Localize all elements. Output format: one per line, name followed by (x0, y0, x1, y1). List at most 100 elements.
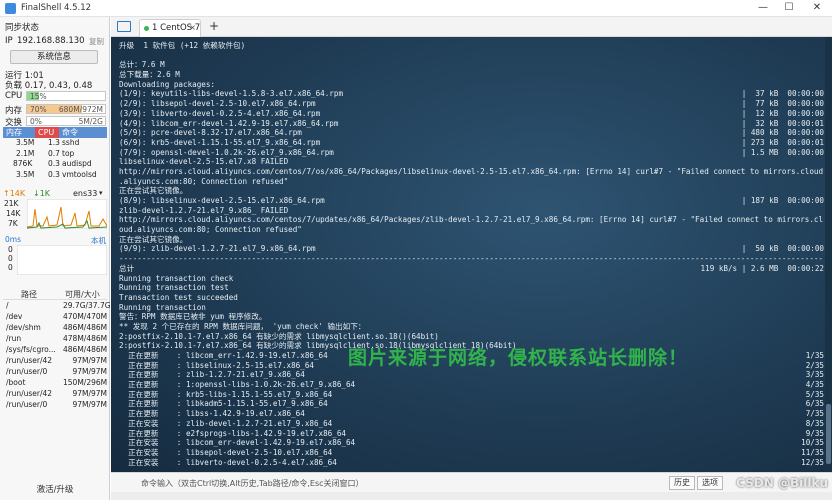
command-input[interactable]: 命令输入（双击Ctrl切换,Alt历史,Tab路径/命令,Esc关闭窗口） (141, 478, 364, 489)
terminal-line: (4/9): libcom_err-devel-1.42.9-19.el7.x8… (119, 119, 824, 129)
options-button[interactable]: 选项 (697, 476, 723, 490)
terminal-line: 正在更新 : libkadm5-1.15.1-55.el7_9.x86_64 6/… (119, 399, 824, 409)
disk-size: 29.7G/37.7G (63, 301, 111, 310)
disk-header-size[interactable]: 可用/大小 (57, 289, 107, 299)
terminal-line-right: 5/35 (805, 389, 824, 399)
disk-row[interactable]: /run/user/42 97M/97M (3, 388, 107, 399)
system-info-button[interactable]: 系统信息 (10, 50, 98, 64)
proc-header-mem[interactable]: 内存 (3, 127, 35, 138)
mem-usage-bar: 70% 680M/972M (26, 104, 106, 114)
latency-sparkline (17, 245, 107, 275)
upgrade-button[interactable]: 激活/升级 (0, 483, 110, 495)
terminal-scrollbar[interactable] (825, 37, 832, 472)
sidebar: 同步状态 IP 192.168.88.130 复制 系统信息 运行 1:01 负… (0, 17, 111, 500)
terminal-line-text: oud.aliyuncs.com:80; Connection refused" (119, 225, 302, 235)
process-row[interactable]: 3.5M 0.3 vmtoolsd (3, 170, 107, 181)
terminal-line-right: 2/35 (805, 360, 824, 370)
terminal-line-text: (9/9): zlib-devel-1.2.7-21.el7_9.x86_64.… (119, 244, 316, 254)
proc-header-cmd[interactable]: 命令 (59, 127, 107, 138)
disk-row[interactable]: /dev/shm 486M/486M (3, 322, 107, 333)
terminal[interactable]: 升级 1 软件包 (+12 依赖软件包) 总计：7.6 M 总下载量：2.6 M Do… (111, 37, 832, 472)
terminal-line-right: 10/35 (801, 438, 824, 448)
disk-header-path[interactable]: 路径 (3, 289, 57, 299)
disk-row[interactable]: / 29.7G/37.7G (3, 300, 111, 311)
net-tick: 7K (8, 219, 18, 228)
disk-row[interactable]: /boot 150M/296M (3, 377, 107, 388)
proc-cpu: 1.3 (48, 138, 60, 147)
tab-close-icon[interactable]: × (189, 23, 196, 32)
mem-percent: 70% (30, 105, 47, 114)
latency-graph: 0ms 本机 0 0 0 (3, 235, 107, 281)
terminal-line-right: | 480 kB 00:00:00 (741, 128, 824, 138)
add-tab-button[interactable]: + (209, 19, 219, 33)
terminal-line-text: 正在更新 : libselinux-2.5-15.el7.x86_64 (119, 360, 314, 370)
terminal-line-text: 正在安装 : libcom_err-devel-1.42.9-19.el7.x8… (119, 438, 356, 448)
terminal-line: (9/9): zlib-devel-1.2.7-21.el7_9.x86_64.… (119, 244, 824, 254)
terminal-line-right: 1/35 (805, 351, 824, 360)
terminal-line-text: 警告：RPM 数据库已被非 yum 程序修改。 (119, 312, 267, 322)
tab-centos7[interactable]: 1 CentOS 7 × (139, 19, 201, 37)
net-tick: 21K (4, 199, 19, 208)
minimize-button[interactable]: — (750, 0, 776, 16)
terminal-line: .aliyuncs.com:80; Connection refused" (119, 177, 824, 187)
disk-size: 150M/296M (63, 378, 108, 387)
net-interface-select[interactable]: ens33 (73, 189, 97, 198)
process-table-header: 内存 CPU 命令 (3, 127, 107, 138)
disk-size: 478M/486M (63, 334, 108, 343)
terminal-line: Running transaction check (119, 274, 824, 284)
status-strip (111, 492, 832, 500)
disk-path: / (6, 301, 9, 310)
disk-size: 97M/97M (72, 389, 107, 398)
terminal-line-right: | 187 kB 00:00:00 (741, 196, 824, 205)
cpu-usage-bar: 15% (26, 91, 106, 101)
proc-header-cpu[interactable]: CPU (35, 127, 59, 138)
terminal-line: (6/9): krb5-devel-1.15.1-55.el7_9.x86_64… (119, 138, 824, 148)
process-row[interactable]: 3.5M 1.3 sshd (3, 138, 107, 149)
close-button[interactable]: ✕ (804, 0, 830, 16)
terminal-line-text: 升级 1 软件包 (+12 依赖软件包) (119, 41, 246, 50)
swap-value: 5M/2G (78, 117, 103, 126)
terminal-line-text: libselinux-devel-2.5-15.el7.x8 FAILED (119, 157, 289, 167)
finalshell-app-icon (5, 3, 16, 14)
copy-ip-button[interactable]: 复制 (89, 36, 104, 47)
terminal-line: libselinux-devel-2.5-15.el7.x8 FAILED (119, 157, 824, 167)
terminal-line: 警告：RPM 数据库已被非 yum 程序修改。 (119, 312, 824, 322)
command-bar: 命令输入（双击Ctrl切换,Alt历史,Tab路径/命令,Esc关闭窗口） 历史… (111, 472, 832, 492)
process-row[interactable]: 2.1M 0.7 top (3, 149, 107, 160)
disk-row[interactable]: /run/user/0 97M/97M (3, 399, 107, 410)
history-button[interactable]: 历史 (669, 476, 695, 490)
latency-tick: 0 (8, 263, 13, 272)
terminal-line-text: Running transaction check (119, 273, 234, 283)
disk-rows: / 29.7G/37.7G/dev 470M/470M/dev/shm 486M/48… (3, 300, 111, 410)
scrollbar-thumb[interactable] (826, 404, 831, 464)
process-row[interactable]: 876K 0.3 audispd (3, 159, 107, 170)
disk-row[interactable]: /run/user/0 97M/97M (3, 366, 107, 377)
terminal-line-right: 4/35 (805, 380, 824, 390)
terminal-line: 升级 1 软件包 (+12 依赖软件包) (119, 41, 824, 51)
terminal-line-text: 正在更新 : zlib-1.2.7-21.el7_9.x86_64 (119, 370, 305, 380)
terminal-line-right: | 77 kB 00:00:00 (741, 99, 824, 109)
disk-row[interactable]: /run/user/42 97M/97M (3, 355, 107, 366)
maximize-button[interactable]: ☐ (776, 0, 802, 16)
latency-tick: 0 (8, 254, 13, 263)
disk-row[interactable]: /sys/fs/cgro... 486M/486M (3, 344, 107, 355)
terminal-line: (5/9): pcre-devel-8.32-17.el7.x86_64.rpm… (119, 128, 824, 138)
terminal-line-right: | 1.5 MB 00:00:00 (741, 147, 824, 157)
terminal-line: http://mirrors.cloud.aliyuncs.com/centos… (119, 167, 824, 177)
proc-mem: 3.5M (16, 138, 35, 147)
terminal-line: 正在安装 : libsepol-devel-2.5-10.el7.x86_64 1… (119, 448, 824, 458)
terminal-line: oud.aliyuncs.com:80; Connection refused" (119, 225, 824, 235)
terminal-line-right: | 37 kB 00:00:00 (741, 89, 824, 99)
disk-row[interactable]: /run 478M/486M (3, 333, 107, 344)
chevron-down-icon[interactable]: ▾ (99, 189, 103, 197)
proc-cmd: audispd (62, 159, 92, 168)
disk-row[interactable]: /dev 470M/470M (3, 311, 107, 322)
ip-label: IP (5, 36, 13, 46)
terminal-line-text: 总计 (119, 263, 135, 273)
disk-table: 路径 可用/大小 / 29.7G/37.7G/dev 470M/470M/dev/s… (3, 289, 111, 410)
swap-usage-bar: 0% 5M/2G (26, 116, 106, 126)
terminal-line-text: (6/9): krb5-devel-1.15.1-55.el7_9.x86_64… (119, 137, 321, 147)
latency-tick: 0 (8, 245, 13, 254)
proc-cmd: sshd (62, 138, 80, 147)
folder-icon[interactable] (117, 21, 131, 32)
